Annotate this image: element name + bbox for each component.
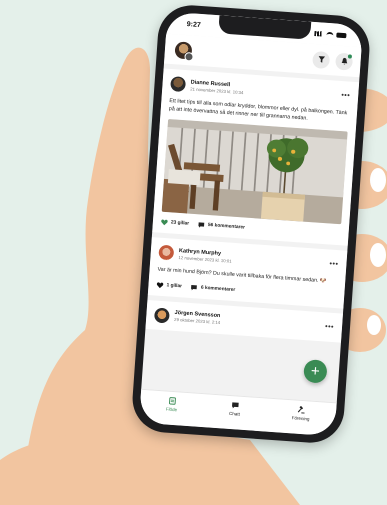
filter-icon (318, 56, 325, 63)
battery-icon (336, 32, 347, 38)
bell-icon (341, 57, 347, 65)
more-options-button[interactable]: ••• (341, 92, 350, 100)
author-avatar[interactable] (153, 307, 170, 324)
notification-dot (347, 53, 353, 59)
post-meta: Jörgen Svensson 29 oktober 2023 kl. 2:14 (174, 310, 321, 332)
post-meta: Kathryn Murphy 12 november 2023 kl. 10:0… (178, 248, 325, 270)
header-actions (312, 50, 354, 71)
comment-count: 6 kommentarer (200, 285, 236, 293)
like-count: 23 gillar (170, 220, 190, 228)
comment-button[interactable]: 6 kommentarer (191, 284, 236, 294)
chat-icon (231, 402, 239, 409)
like-count: 1 gillar (166, 282, 183, 289)
heart-icon (156, 281, 164, 288)
profile-avatar[interactable] (174, 40, 193, 59)
signal-icon (314, 30, 324, 37)
post-meta: Dianne Russell 21 november 2023 kl. 10:3… (190, 79, 337, 101)
notifications-button[interactable] (335, 52, 354, 71)
tab-label: Chatt (228, 410, 241, 417)
post-card: Dianne Russell 21 november 2023 kl. 10:3… (152, 68, 360, 247)
like-button[interactable]: 1 gillar (156, 281, 182, 290)
fingernail-2 (370, 243, 386, 267)
new-post-button[interactable]: + (303, 359, 328, 384)
more-options-button[interactable]: ••• (325, 323, 334, 331)
balcony-illustration (161, 119, 348, 225)
phone-screen: 9:27 Dianne Russell 21 november 2023 kl.… (138, 11, 364, 437)
author-avatar[interactable] (170, 76, 187, 93)
post-header: Jörgen Svensson 29 oktober 2023 kl. 2:14… (153, 307, 335, 335)
filter-button[interactable] (312, 50, 331, 69)
status-time: 9:27 (186, 20, 202, 29)
feed-icon (168, 397, 176, 405)
comment-button[interactable]: 56 kommentarer (198, 222, 245, 232)
wifi-icon (326, 31, 334, 37)
tab-feed[interactable]: Flöde (165, 397, 178, 413)
tab-chat[interactable]: Chatt (229, 401, 241, 417)
wrist-shape (0, 429, 300, 505)
status-icons (314, 30, 347, 38)
author-avatar[interactable] (158, 245, 175, 262)
fingernail-3 (367, 315, 381, 335)
tab-association[interactable]: Förening (291, 405, 311, 422)
fingernail-1 (370, 168, 386, 192)
comment-icon (191, 284, 198, 290)
phone-frame: 9:27 Dianne Russell 21 november 2023 kl.… (130, 3, 372, 445)
post-card: Kathryn Murphy 12 november 2023 kl. 10:0… (147, 237, 348, 309)
heart-icon (161, 219, 168, 226)
post-photo[interactable] (161, 119, 348, 225)
feed: Dianne Russell 21 november 2023 kl. 10:3… (145, 64, 360, 343)
gavel-icon (297, 405, 305, 414)
comment-count: 56 kommentarer (207, 223, 246, 231)
more-options-button[interactable]: ••• (329, 261, 338, 269)
tab-label: Förening (291, 415, 310, 422)
like-button[interactable]: 23 gillar (161, 219, 190, 228)
tab-label: Flöde (165, 406, 178, 413)
comment-icon (198, 222, 205, 229)
tab-bar: Flöde Chatt Förening (138, 388, 337, 437)
